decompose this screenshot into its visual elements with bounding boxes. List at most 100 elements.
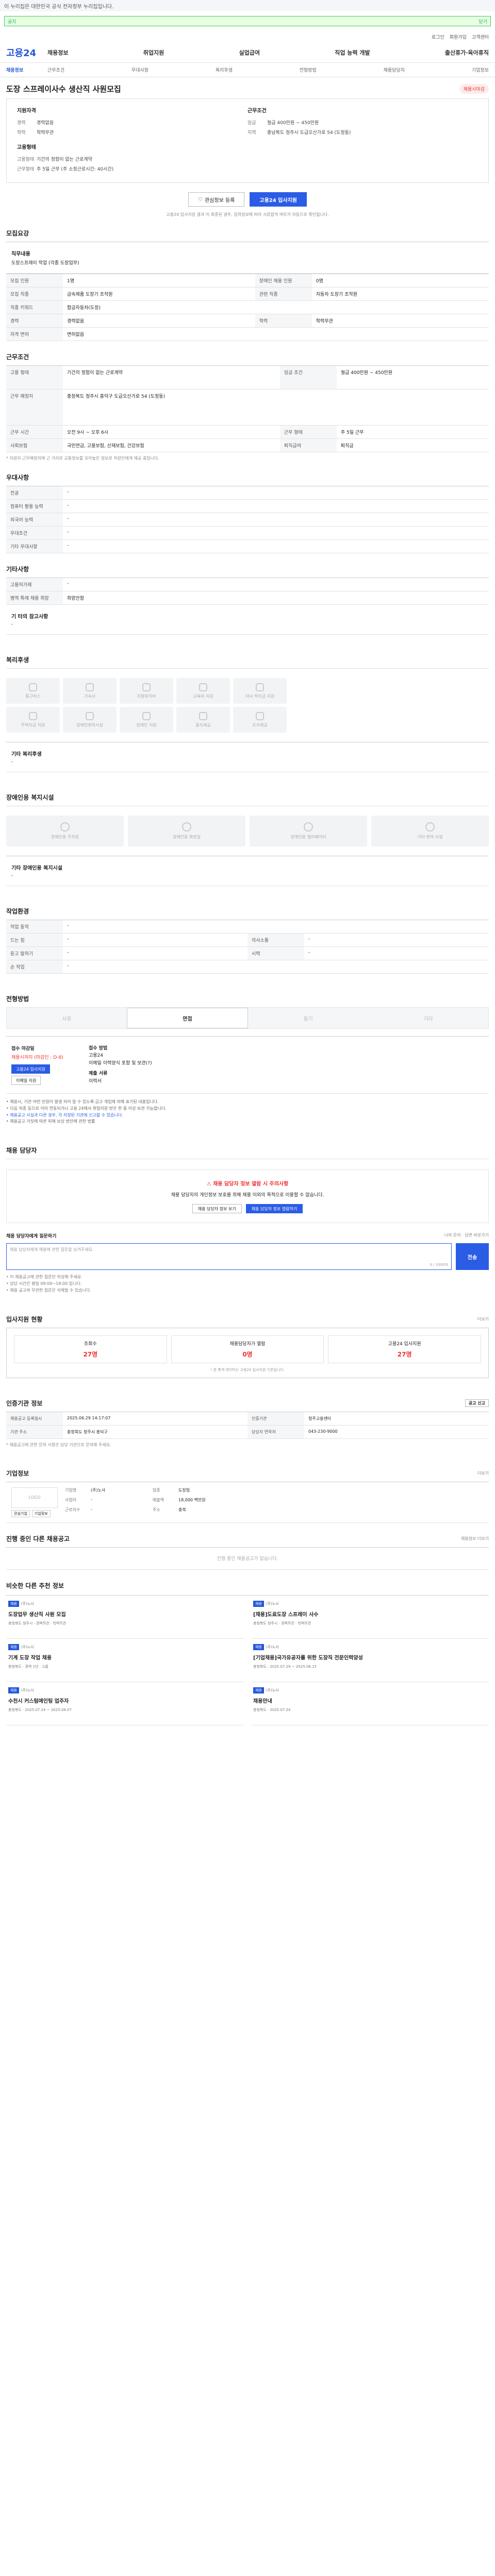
site-logo[interactable]: 고용24 [6, 46, 47, 59]
notice-close-button[interactable]: 닫기 [478, 18, 487, 25]
email-apply-button[interactable]: 이메일 지원 [11, 1076, 41, 1085]
view-manager-button[interactable]: 채용 담당자 정보 보기 [192, 1204, 242, 1214]
list-item[interactable]: 채용 (주)노사 [채용]도료도장 스프레이 사수 충청북도 청주시 · 경력무관 ·… [251, 1596, 489, 1639]
join-link[interactable]: 회원가입 [450, 33, 467, 40]
section-nav-item[interactable]: 우대사항 [131, 66, 148, 73]
table-row: 근무 예정지 충청북도 청주시 흥덕구 도급오산가로 54 (도정동) [6, 389, 489, 426]
disability-other-value: - [11, 873, 13, 878]
ongoing-empty: 진행 중인 채용공고가 없습니다. [6, 1547, 489, 1570]
tab-document[interactable]: 서류 [7, 1008, 127, 1028]
table-header-cell: 전공 [6, 486, 63, 500]
page-title: 도장 스프레이사수 생산직 사원모집 [6, 84, 121, 94]
book-icon [199, 683, 207, 691]
summary-value: 주 5일 근무 (주 소정근로시간: 40시간) [37, 167, 114, 172]
fav-company-button[interactable]: 관심기업 [11, 1510, 30, 1517]
table-header-cell: 관련 직종 [255, 287, 312, 301]
section-nav-item[interactable]: 근무조건 [47, 66, 64, 73]
send-button[interactable]: 전송 [456, 1243, 489, 1270]
inquiry-link[interactable]: 나의 문의 · 답변 바로가기 [444, 1232, 489, 1239]
table-header-cell: 직종 키워드 [6, 300, 63, 314]
section-nav-item[interactable]: 전형방법 [300, 66, 317, 73]
summary-heading: 고용형태 [17, 145, 36, 150]
table-cell: - [63, 539, 489, 553]
welfare-item-label: 장애인편의시설 [76, 722, 103, 727]
env-table: 작업 동작 - 드는 힘 - 의사소통 - 듣고 말하기 - 시력 - 손 작업 - [6, 920, 489, 974]
summary-key: 고용형태 [17, 157, 35, 162]
welfare-item-label: 기숙사 [84, 693, 96, 699]
list-item[interactable]: 채용 (주)노사 채용안내 충청북도 · 2025.07.24 [251, 1682, 489, 1725]
list-item-title: 도장업무 생산직 사원 모집 [8, 1612, 66, 1618]
gnb-item[interactable]: 출산휴가·육아휴직 [445, 48, 489, 57]
summary-value: 학력무관 [37, 130, 54, 135]
apply-button[interactable]: 고용24 입사지원 [250, 192, 307, 207]
inquiry-input[interactable]: 채용 담당자에게 채용에 관한 질문을 남겨주세요. 0 / 1000자 [6, 1243, 452, 1270]
company-value: 18,000 백만원 [178, 1497, 206, 1502]
welfare-item: 주택자금 지원 [6, 707, 60, 733]
table-row: 병역 특례 채용 희망 희망안함 [6, 591, 489, 605]
list-item-company: (주)노사 [266, 1688, 279, 1692]
table-header-cell: 우대조건 [6, 526, 63, 540]
disability-list: 장애인용 주차장 장애인용 화장실 장애인용 엘리베이터 기타 편의 시설 [6, 806, 489, 856]
company-detail-button[interactable]: 기업정보 [31, 1510, 51, 1517]
report-button[interactable]: 공고 신고 [465, 1399, 489, 1407]
list-item-meta: 충청북도 · 경력 2년 · 고졸 [8, 1664, 48, 1669]
info-value: 2025.06.29 14:17:07 [63, 1412, 248, 1426]
section-title: 장애인용 복지시설 [6, 794, 54, 801]
login-link[interactable]: 로그인 [432, 33, 444, 40]
table-cell: - [63, 920, 489, 934]
table-row: 모집 인원 1명 장애인 채용 인원 0명 [6, 274, 489, 287]
parking-icon [60, 822, 70, 832]
table-cell: - [63, 513, 489, 527]
car-icon [142, 683, 151, 691]
summary-value: 충남북도 청주시 도급오산가로 54 (도정동) [267, 130, 351, 135]
section-nav-item[interactable]: 복리후생 [216, 66, 233, 73]
elevator-icon [304, 822, 313, 832]
gnb-item[interactable]: 취업지원 [143, 48, 164, 57]
inquiry-placeholder: 채용 담당자에게 채용에 관한 질문을 남겨주세요. [10, 1247, 94, 1252]
manager-warning: 채용 담당자 정보 열람 시 주의사항 [213, 1181, 289, 1188]
list-item[interactable]: 채용 (주)노사 [기업채용]국가유공자를 위한 도장직 전문인력양성 충청북도 · … [251, 1639, 489, 1682]
list-item-meta: 충청북도 · 2025.07.24 [253, 1707, 291, 1712]
welfare-item-label: 자녀 학자금 지원 [245, 693, 275, 699]
table-header-cell: 장애인 채용 인원 [255, 274, 312, 287]
gnb-item[interactable]: 채용정보 [47, 48, 68, 57]
table-cell: - [63, 486, 489, 500]
stat-label: 고용24 입사지원 [388, 1341, 421, 1347]
disability-other-label: 기타 장애인용 복지시설 [11, 866, 62, 871]
apply-online-button[interactable]: 고용24 입사지원 [11, 1064, 50, 1074]
section-nav-category[interactable]: 채용정보 [6, 66, 47, 73]
disability-item: 장애인용 주차장 [6, 816, 124, 846]
table-header-cell: 드는 힘 [6, 933, 63, 947]
table-cell: 0명 [311, 274, 489, 287]
list-item-title: 채용안내 [253, 1698, 272, 1704]
open-manager-button[interactable]: 채용 담당자 정보 열람하기 [245, 1204, 303, 1214]
document-value: 이력서 [89, 1078, 102, 1084]
list-item[interactable]: 채용 (주)노사 수천시 커스텀에인팅 업주자 충청북도 · 2025.07.24 ~… [6, 1682, 244, 1725]
table-row: 고용허가제 - [6, 578, 489, 591]
gnb-item[interactable]: 실업급여 [239, 48, 259, 57]
company-more-link[interactable]: 더보기 [477, 1470, 489, 1476]
tab-interview[interactable]: 면접 [127, 1008, 248, 1028]
interest-button[interactable]: ♡ 관심정보 등록 [188, 192, 245, 207]
list-item[interactable]: 채용 (주)노사 도장업무 생산직 사원 모집 충청북도 청주시 · 경력무관 · 학… [6, 1596, 244, 1639]
stats-more-link[interactable]: 더보기 [477, 1316, 489, 1322]
disability-item: 장애인용 화장실 [128, 816, 245, 846]
interest-button-label: 관심정보 등록 [204, 197, 235, 204]
tab-written[interactable]: 필기 [248, 1008, 368, 1028]
tab-etc[interactable]: 기타 [368, 1008, 488, 1028]
section-nav-item[interactable]: 기업정보 [472, 66, 489, 73]
table-header-cell: 퇴직급여 [279, 438, 337, 452]
summary-key: 지역 [248, 130, 256, 135]
summary-heading: 근무조건 [248, 108, 267, 114]
table-cell: 1명 [63, 274, 255, 287]
help-link[interactable]: 고객센터 [472, 33, 489, 40]
ongoing-more-link[interactable]: 채용정보 더보기 [461, 1536, 489, 1541]
list-item-title: [기업채용]국가유공자를 위한 도장직 전문인력양성 [253, 1655, 363, 1661]
gnb-item[interactable]: 직업 능력 개발 [335, 48, 370, 57]
list-item-tag: 채용 [8, 1600, 19, 1607]
info-note: * 채용공고에 관한 문의 사항은 담당 기관으로 문의해 주세요. [6, 1442, 111, 1447]
notice-bar[interactable]: 공지 닫기 [4, 16, 491, 26]
section-title: 복리후생 [6, 656, 29, 664]
list-item[interactable]: 채용 (주)노사 기계 도장 작업 채용 충청북도 · 경력 2년 · 고졸 [6, 1639, 244, 1682]
section-nav-item[interactable]: 채용담당자 [384, 66, 405, 73]
